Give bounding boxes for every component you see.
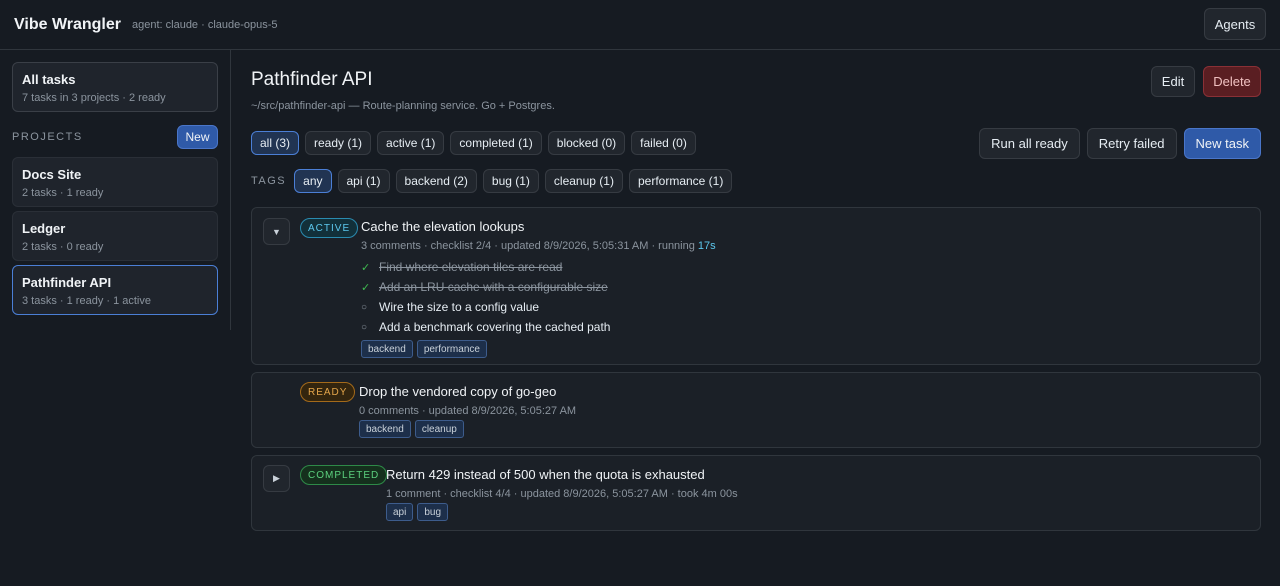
all-tasks-subtitle: 7 tasks in 3 projects · 2 ready xyxy=(22,92,166,104)
check-icon: ✓ xyxy=(361,261,371,274)
tag-badge: cleanup xyxy=(414,420,464,438)
agent-info: agent: claude · claude-opus-5 xyxy=(132,18,278,31)
project-item-ledger[interactable]: Ledger 2 tasks · 0 ready xyxy=(12,211,218,261)
new-project-button[interactable]: New xyxy=(177,125,218,149)
task-meta: 3 comments · checklist 2/4 · updated 8/9… xyxy=(361,240,716,252)
circle-icon: ○ xyxy=(361,301,368,313)
task-card[interactable]: ▼ ACTIVE Cache the elevation lookups 3 c… xyxy=(251,207,1261,365)
tag-chip-cleanup[interactable]: cleanup (1) xyxy=(544,169,623,193)
task-meta-text: 3 comments · checklist 2/4 · updated 8/9… xyxy=(361,240,698,252)
checklist-item[interactable]: ✓ Find where elevation tiles are read xyxy=(361,257,716,277)
task-card[interactable]: READY Drop the vendored copy of go-geo 0… xyxy=(251,372,1261,448)
retry-failed-button[interactable]: Retry failed xyxy=(1086,128,1177,159)
filter-chip-completed[interactable]: completed (1) xyxy=(450,131,542,155)
task-tags: backend cleanup xyxy=(359,420,576,438)
filter-chip-all[interactable]: all (3) xyxy=(251,131,300,155)
task-actions: Run all ready Retry failed New task xyxy=(979,128,1261,159)
sidebar: All tasks 7 tasks in 3 projects · 2 read… xyxy=(0,50,231,330)
task-card[interactable]: ▶ COMPLETED Return 429 instead of 500 wh… xyxy=(251,455,1261,531)
project-description: ~/src/pathfinder-api — Route-planning se… xyxy=(251,100,555,112)
project-item-subtitle: 2 tasks · 1 ready xyxy=(22,187,104,199)
task-tags: backend performance xyxy=(361,340,716,358)
filter-chip-active[interactable]: active (1) xyxy=(377,131,445,155)
checklist-item-text: Add a benchmark covering the cached path xyxy=(379,320,611,334)
tag-chip-bug[interactable]: bug (1) xyxy=(482,169,539,193)
all-tasks-title: All tasks xyxy=(22,72,76,87)
task-content: Cache the elevation lookups 3 comments ·… xyxy=(361,219,716,358)
checklist-item[interactable]: ○ Wire the size to a config value xyxy=(361,297,716,317)
checklist-item[interactable]: ✓ Add an LRU cache with a configurable si… xyxy=(361,277,716,297)
tag-chip-backend[interactable]: backend (2) xyxy=(395,169,477,193)
task-tags: api bug xyxy=(386,503,738,521)
project-item-subtitle: 2 tasks · 0 ready xyxy=(22,241,104,253)
filter-chip-failed[interactable]: failed (0) xyxy=(631,131,696,155)
agents-button[interactable]: Agents xyxy=(1204,8,1266,40)
project-item-docs-site[interactable]: Docs Site 2 tasks · 1 ready xyxy=(12,157,218,207)
tag-chip-performance[interactable]: performance (1) xyxy=(628,169,733,193)
project-item-subtitle: 3 tasks · 1 ready · 1 active xyxy=(22,295,151,307)
task-list: ▼ ACTIVE Cache the elevation lookups 3 c… xyxy=(251,207,1261,538)
status-filter-row: all (3) ready (1) active (1) completed (… xyxy=(251,131,696,155)
task-content: Drop the vendored copy of go-geo 0 comme… xyxy=(359,384,576,438)
run-all-ready-button[interactable]: Run all ready xyxy=(979,128,1080,159)
tags-label: TAGS xyxy=(251,175,287,187)
collapse-toggle-icon[interactable]: ▼ xyxy=(263,218,290,245)
main-panel: Pathfinder API ~/src/pathfinder-api — Ro… xyxy=(251,50,1261,531)
new-task-button[interactable]: New task xyxy=(1183,128,1261,159)
task-content: Return 429 instead of 500 when the quota… xyxy=(386,467,738,521)
status-badge: COMPLETED xyxy=(300,465,388,485)
status-badge: READY xyxy=(300,382,356,402)
tag-badge: api xyxy=(386,503,414,521)
delete-project-button[interactable]: Delete xyxy=(1203,66,1261,97)
projects-header: PROJECTS New xyxy=(12,125,218,149)
checklist-item-text: Wire the size to a config value xyxy=(379,300,540,314)
task-title[interactable]: Return 429 instead of 500 when the quota… xyxy=(386,467,738,482)
tag-chip-api[interactable]: api (1) xyxy=(337,169,390,193)
all-tasks-card[interactable]: All tasks 7 tasks in 3 projects · 2 read… xyxy=(12,62,218,112)
task-meta: 0 comments · updated 8/9/2026, 5:05:27 A… xyxy=(359,405,577,417)
checklist-item-text: Find where elevation tiles are read xyxy=(379,260,563,274)
project-item-title: Docs Site xyxy=(22,167,82,182)
expand-toggle-icon[interactable]: ▶ xyxy=(263,465,290,492)
filter-chip-blocked[interactable]: blocked (0) xyxy=(547,131,626,155)
tag-badge: bug xyxy=(417,503,449,521)
checklist-item-text: Add an LRU cache with a configurable siz… xyxy=(379,280,608,294)
filter-chip-ready[interactable]: ready (1) xyxy=(305,131,372,155)
tag-badge: backend xyxy=(361,340,413,358)
project-item-pathfinder-api[interactable]: Pathfinder API 3 tasks · 1 ready · 1 act… xyxy=(12,265,218,315)
projects-label: PROJECTS xyxy=(12,131,83,143)
task-title[interactable]: Cache the elevation lookups xyxy=(361,219,716,234)
project-item-title: Pathfinder API xyxy=(22,275,112,290)
task-meta: 1 comment · checklist 4/4 · updated 8/9/… xyxy=(386,488,738,500)
task-title[interactable]: Drop the vendored copy of go-geo xyxy=(359,384,576,399)
project-item-title: Ledger xyxy=(22,221,66,236)
running-time: 17s xyxy=(697,240,716,252)
checklist: ✓ Find where elevation tiles are read ✓ Ad… xyxy=(361,257,716,337)
status-badge: ACTIVE xyxy=(300,218,359,238)
tag-filter-row: TAGS any api (1) backend (2) bug (1) cle… xyxy=(251,169,733,193)
brand-title: Vibe Wrangler xyxy=(14,15,121,33)
tag-chip-any[interactable]: any xyxy=(294,169,332,193)
tag-badge: backend xyxy=(359,420,411,438)
tag-badge: performance xyxy=(416,340,487,358)
project-title: Pathfinder API xyxy=(251,69,373,90)
top-bar: Vibe Wrangler agent: claude · claude-opu… xyxy=(0,0,1280,50)
circle-icon: ○ xyxy=(361,321,368,333)
checklist-item[interactable]: ○ Add a benchmark covering the cached pat… xyxy=(361,317,716,337)
project-header-actions: Edit Delete xyxy=(1151,66,1261,97)
check-icon: ✓ xyxy=(361,281,371,294)
edit-project-button[interactable]: Edit xyxy=(1151,66,1195,97)
